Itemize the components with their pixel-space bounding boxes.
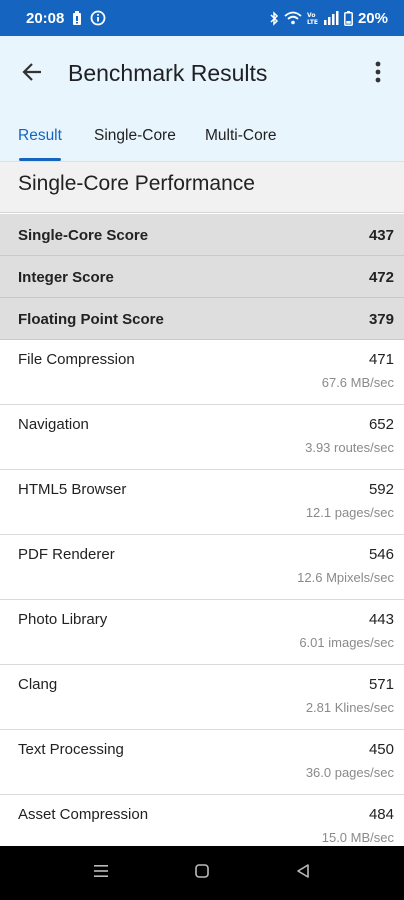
score-row-single-core: Single-Core Score 437 (0, 214, 404, 256)
app-header: Benchmark Results Result Single-Core Mul… (0, 36, 404, 161)
test-rate: 36.0 pages/sec (305, 765, 394, 780)
system-back-button[interactable] (293, 863, 313, 884)
section-header: Single-Core Performance (0, 161, 404, 213)
test-score: 450 (368, 741, 394, 758)
svg-text:LTE: LTE (307, 19, 318, 26)
battery-saver-icon (72, 10, 82, 26)
section-title: Single-Core Performance (18, 172, 255, 195)
test-score: 592 (368, 481, 394, 498)
list-item: Photo Library 443 6.01 images/sec (0, 600, 404, 665)
test-rate: 67.6 MB/sec (321, 375, 394, 390)
test-score: 546 (368, 546, 394, 563)
more-vert-icon (375, 61, 381, 88)
page-title: Benchmark Results (68, 60, 268, 86)
test-score: 571 (368, 676, 394, 693)
home-icon (194, 863, 210, 884)
recents-icon (93, 864, 109, 883)
home-button[interactable] (192, 863, 212, 884)
score-row-floating-point: Floating Point Score 379 (0, 298, 404, 340)
volte-icon: Vo LTE (307, 11, 318, 26)
recents-button[interactable] (91, 864, 111, 882)
list-item: Navigation 652 3.93 routes/sec (0, 405, 404, 470)
test-name: Asset Compression (18, 806, 149, 823)
more-options-button[interactable] (366, 60, 390, 88)
bluetooth-icon (269, 10, 279, 26)
list-item: Asset Compression 484 15.0 MB/sec (0, 795, 404, 846)
battery-percent: 20% (357, 9, 388, 27)
status-time: 20:08 (26, 9, 65, 27)
test-name: PDF Renderer (18, 546, 115, 563)
test-rate: 3.93 routes/sec (305, 440, 394, 455)
tab-bar: Result Single-Core Multi-Core (0, 124, 404, 161)
tab-multi-core[interactable]: Multi-Core (205, 127, 276, 145)
system-nav-bar (0, 846, 404, 900)
tab-result[interactable]: Result (18, 127, 62, 145)
score-label: Floating Point Score (18, 311, 164, 328)
test-name: Photo Library (18, 611, 108, 628)
list-item: PDF Renderer 546 12.6 Mpixels/sec (0, 535, 404, 600)
test-name: File Compression (18, 351, 135, 368)
benchmark-list[interactable]: File Compression 471 67.6 MB/sec Navigat… (0, 340, 404, 846)
test-name: Text Processing (18, 741, 124, 758)
list-item: File Compression 471 67.6 MB/sec (0, 340, 404, 405)
list-item: HTML5 Browser 592 12.1 pages/sec (0, 470, 404, 535)
score-label: Single-Core Score (18, 227, 149, 244)
status-bar: 20:08 Vo LTE 20% (0, 0, 404, 36)
test-rate: 12.1 pages/sec (305, 505, 394, 520)
svg-text:Vo: Vo (307, 12, 315, 19)
tab-single-core[interactable]: Single-Core (94, 127, 176, 145)
test-rate: 2.81 Klines/sec (305, 700, 394, 715)
test-rate: 12.6 Mpixels/sec (297, 570, 394, 585)
test-name: HTML5 Browser (18, 481, 127, 498)
wifi-icon (284, 11, 302, 25)
test-name: Navigation (18, 416, 89, 433)
score-value: 379 (368, 311, 394, 328)
score-value: 437 (368, 227, 394, 244)
test-rate: 15.0 MB/sec (321, 830, 394, 845)
back-icon (295, 863, 311, 884)
list-item: Clang 571 2.81 Klines/sec (0, 665, 404, 730)
list-item: Text Processing 450 36.0 pages/sec (0, 730, 404, 795)
score-label: Integer Score (18, 269, 114, 286)
test-score: 484 (368, 806, 394, 823)
test-name: Clang (18, 676, 58, 693)
test-score: 443 (368, 611, 394, 628)
test-rate: 6.01 images/sec (299, 635, 394, 650)
test-score: 471 (368, 351, 394, 368)
test-score: 652 (368, 416, 394, 433)
battery-icon (344, 10, 353, 26)
signal-icon (323, 11, 339, 25)
back-button[interactable] (18, 60, 46, 88)
score-row-integer: Integer Score 472 (0, 256, 404, 298)
score-value: 472 (368, 269, 394, 286)
arrow-back-icon (21, 61, 43, 88)
info-icon (90, 10, 106, 26)
